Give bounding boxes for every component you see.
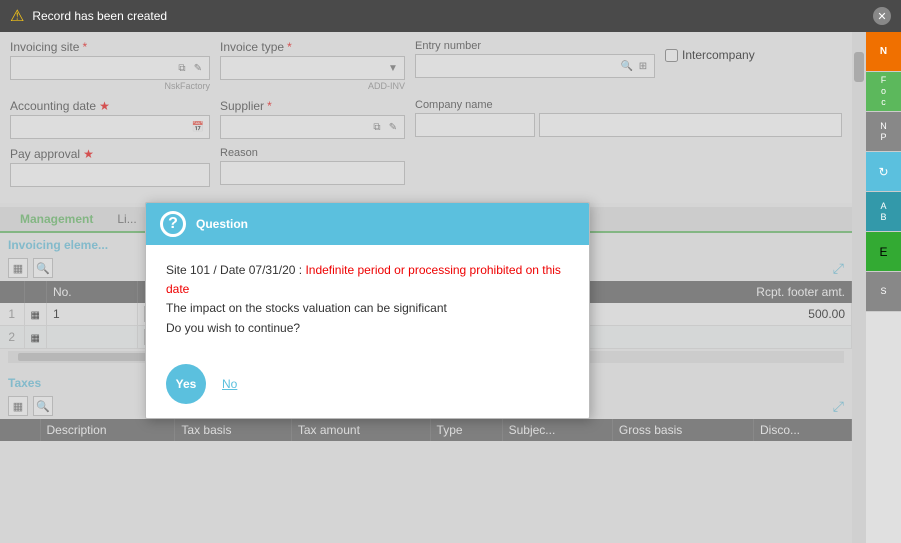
- dialog-line1-prefix: Site 101 / Date 07/31/20 :: [166, 263, 305, 277]
- dialog-line1: Site 101 / Date 07/31/20 : Indefinite pe…: [166, 261, 569, 299]
- dialog-footer: Yes No: [146, 354, 589, 418]
- dialog-overlay: ? Question Site 101 / Date 07/31/20 : In…: [0, 32, 852, 543]
- warning-icon: ⚠: [10, 6, 24, 26]
- no-button[interactable]: No: [222, 377, 237, 391]
- notification-close-button[interactable]: ✕: [873, 7, 891, 25]
- dialog-header: ? Question: [146, 203, 589, 245]
- dialog-title: Question: [196, 217, 248, 231]
- right-btn-f[interactable]: Foc: [866, 72, 901, 112]
- right-btn-refresh[interactable]: ↻: [866, 152, 901, 192]
- dialog-question-icon: ?: [160, 211, 186, 237]
- right-btn-n[interactable]: N: [866, 32, 901, 72]
- scrollbar-thumb[interactable]: [854, 52, 864, 82]
- right-panel: N Foc NP ↻ AB E S: [866, 32, 901, 543]
- right-btn-s[interactable]: S: [866, 272, 901, 312]
- dialog-body: Site 101 / Date 07/31/20 : Indefinite pe…: [146, 245, 589, 354]
- dialog-line3: Do you wish to continue?: [166, 319, 569, 338]
- notification-bar: ⚠ Record has been created ✕: [0, 0, 901, 32]
- notification-message: Record has been created: [32, 9, 167, 23]
- yes-button[interactable]: Yes: [166, 364, 206, 404]
- right-btn-ab[interactable]: AB: [866, 192, 901, 232]
- content-area: Invoicing site * 101 ⧉ ✎ NskFactory Invo…: [0, 32, 852, 543]
- dialog-line2: The impact on the stocks valuation can b…: [166, 299, 569, 318]
- question-dialog: ? Question Site 101 / Date 07/31/20 : In…: [145, 202, 590, 419]
- vertical-scrollbar[interactable]: [852, 32, 866, 543]
- right-btn-e[interactable]: E: [866, 232, 901, 272]
- right-btn-np[interactable]: NP: [866, 112, 901, 152]
